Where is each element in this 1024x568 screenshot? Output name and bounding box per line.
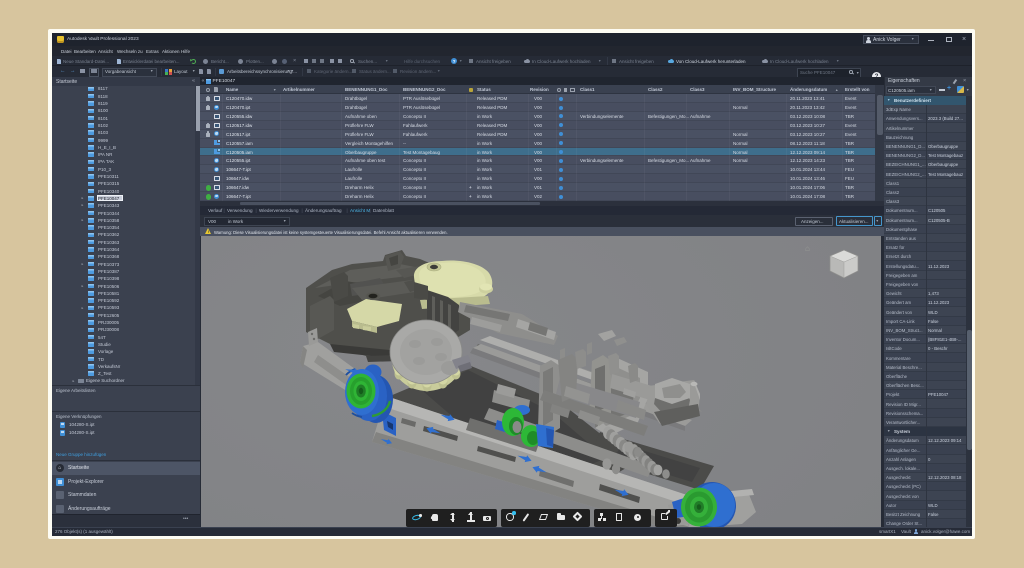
svg-text:⌂: ⌂	[805, 244, 810, 253]
